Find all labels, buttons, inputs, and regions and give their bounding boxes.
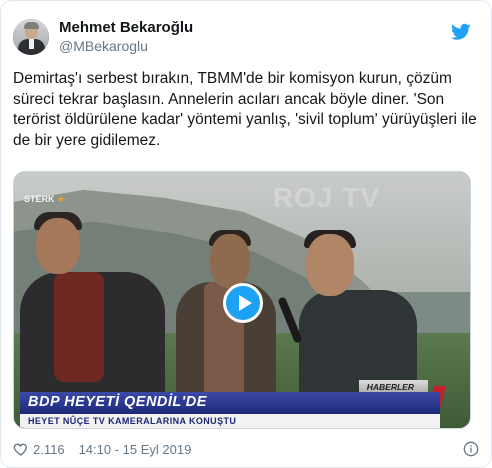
- play-button[interactable]: [223, 283, 263, 323]
- tweet-text: Demirtaş'ı serbest bırakın, TBMM'de bir …: [13, 70, 477, 149]
- channel-watermark: ROJ TV: [272, 182, 380, 213]
- display-name[interactable]: Mehmet Bekaroğlu: [59, 19, 193, 37]
- like-count: 2.116: [33, 441, 65, 457]
- timestamp[interactable]: 14:10 - 15 Eyl 2019: [79, 442, 192, 457]
- heart-icon[interactable]: [13, 441, 29, 457]
- play-icon: [238, 295, 252, 311]
- twitter-bird-icon[interactable]: [451, 23, 471, 41]
- ticker-subline: HEYET NÛÇE TV KAMERALARINA KONUŞTU: [20, 414, 440, 428]
- author-names: Mehmet Bekaroğlu @MBekaroglu: [59, 19, 193, 55]
- tweet-footer: 2.116 14:10 - 15 Eyl 2019: [13, 439, 479, 459]
- info-icon[interactable]: [463, 441, 479, 457]
- video-thumbnail[interactable]: ROJ TV STERK ★ HABERLER BDP HEYETİ QENDİ…: [13, 171, 471, 429]
- avatar[interactable]: [13, 19, 49, 55]
- channel-logo: STERK ★: [24, 194, 66, 204]
- tweet-card: Mehmet Bekaroğlu @MBekaroglu Demirtaş'ı …: [0, 0, 492, 468]
- ticker-headline: BDP HEYETİ QENDİL'DE: [20, 392, 440, 414]
- tweet-header: Mehmet Bekaroğlu @MBekaroglu: [13, 19, 193, 55]
- user-handle[interactable]: @MBekaroglu: [59, 37, 193, 55]
